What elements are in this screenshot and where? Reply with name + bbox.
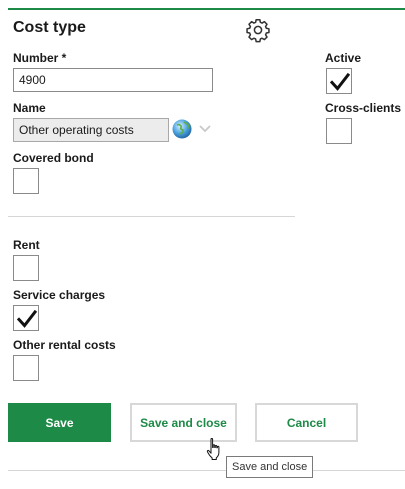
service-charges-label: Service charges: [13, 288, 106, 302]
header-accent-rule: [8, 8, 405, 10]
save-and-close-tooltip: Save and close: [226, 456, 314, 478]
save-button[interactable]: Save: [8, 403, 111, 442]
covered-bond-label: Covered bond: [13, 151, 94, 165]
other-rental-costs-label: Other rental costs: [13, 338, 116, 352]
rent-checkbox[interactable]: [13, 255, 39, 281]
section-divider: [8, 216, 295, 217]
gear-icon[interactable]: [245, 17, 271, 43]
covered-bond-checkbox[interactable]: [13, 168, 39, 194]
number-label: Number *: [13, 51, 67, 65]
cancel-button[interactable]: Cancel: [255, 403, 358, 442]
hand-pointer-cursor-icon: [206, 437, 224, 461]
rent-label: Rent: [13, 238, 40, 252]
checkmark-icon: [330, 72, 350, 91]
name-label: Name: [13, 101, 46, 115]
other-rental-costs-checkbox[interactable]: [13, 355, 39, 381]
footer-rule: [8, 470, 405, 471]
name-field[interactable]: [13, 118, 169, 142]
active-label: Active: [325, 51, 362, 65]
globe-icon[interactable]: [171, 118, 193, 140]
active-checkbox[interactable]: [326, 68, 352, 94]
service-charges-checkbox[interactable]: [13, 305, 39, 331]
chevron-down-icon[interactable]: [197, 122, 213, 134]
cross-clients-checkbox[interactable]: [326, 118, 352, 144]
dialog-title: Cost type: [13, 19, 86, 36]
number-input[interactable]: [13, 68, 213, 92]
checkmark-icon: [17, 309, 37, 328]
cross-clients-label: Cross-clients: [325, 101, 402, 115]
